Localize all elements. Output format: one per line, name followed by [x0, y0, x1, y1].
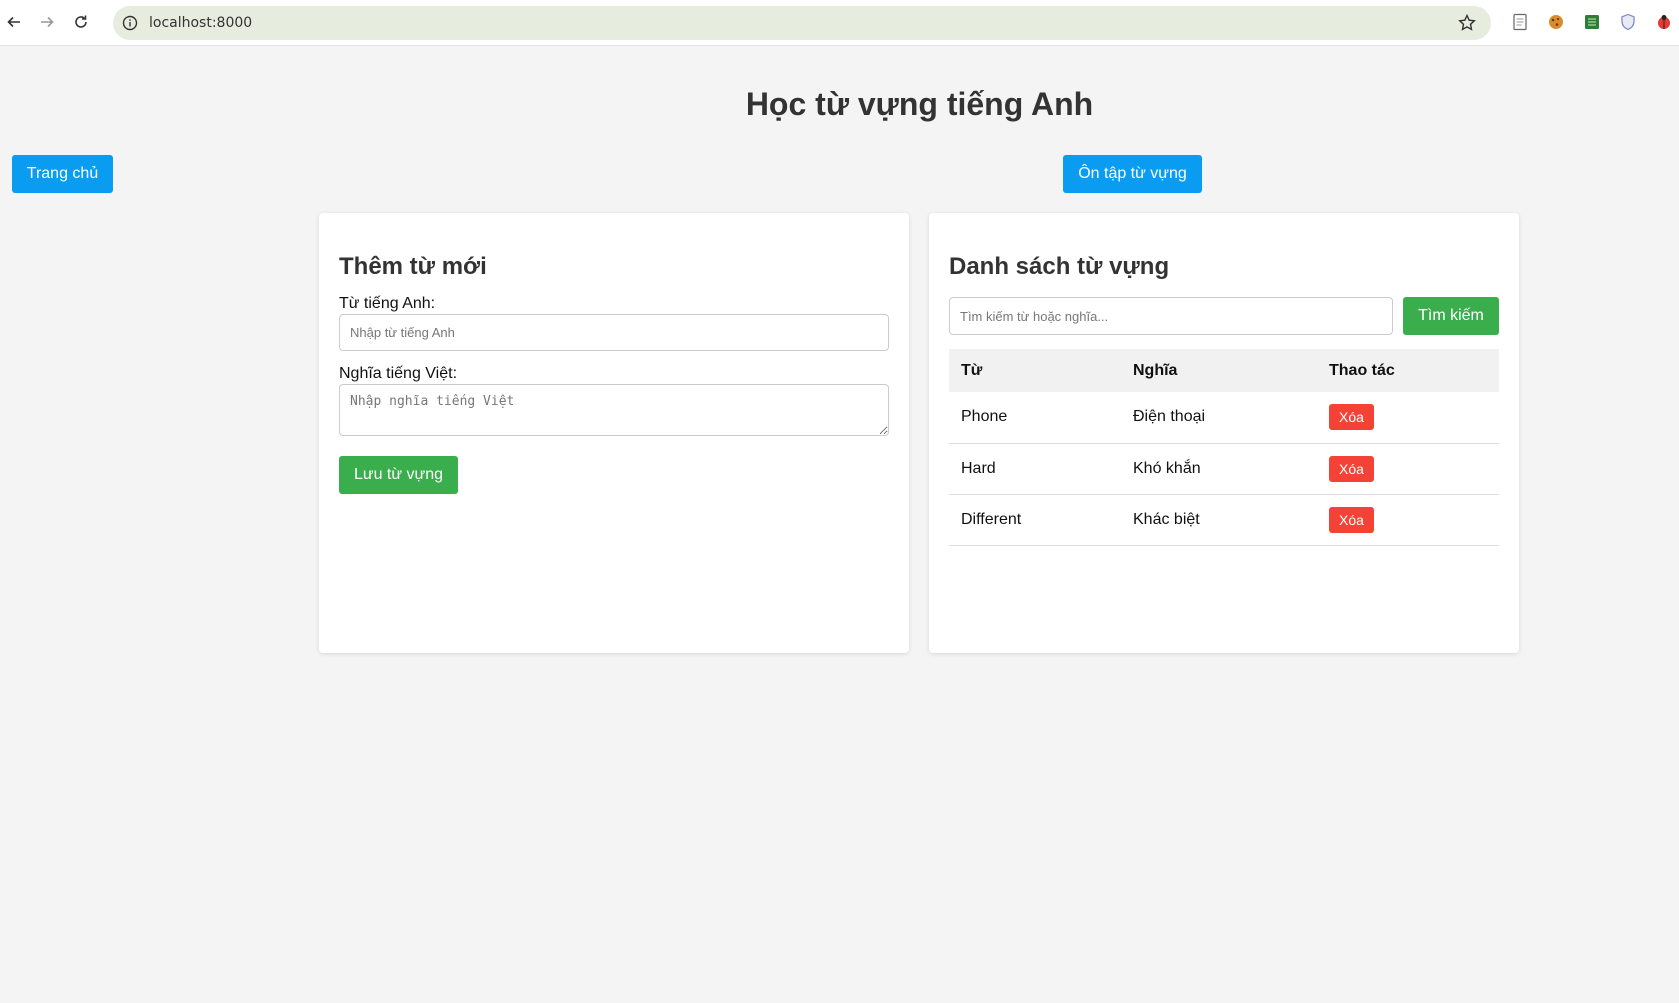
table-row: Phone Điện thoại Xóa — [949, 392, 1499, 444]
vietnamese-meaning-label: Nghĩa tiếng Việt: — [339, 365, 458, 382]
actions-cell: Xóa — [1317, 443, 1499, 495]
word-cell: Different — [949, 494, 1121, 546]
home-button[interactable]: Trang chủ — [12, 155, 113, 193]
search-button[interactable]: Tìm kiếm — [1403, 297, 1499, 335]
meaning-cell: Khó khắn — [1121, 443, 1317, 495]
actions-cell: Xóa — [1317, 392, 1499, 444]
browser-toolbar: localhost:8000 — [0, 0, 1679, 46]
ladybug-extension-icon[interactable] — [1655, 13, 1673, 31]
back-arrow-icon[interactable] — [4, 12, 24, 32]
table-header-row: Từ Nghĩa Thao tác — [949, 349, 1499, 392]
shield-extension-icon[interactable] — [1619, 13, 1637, 31]
meaning-cell: Điện thoại — [1121, 392, 1317, 444]
forward-arrow-icon[interactable] — [37, 12, 57, 32]
vocabulary-table: Từ Nghĩa Thao tác Phone Điện thoại Xóa H… — [949, 349, 1499, 546]
meaning-cell: Khác biệt — [1121, 494, 1317, 546]
vocabulary-list-heading: Danh sách từ vựng — [949, 253, 1170, 280]
cookie-extension-icon[interactable] — [1547, 13, 1565, 31]
vietnamese-meaning-input[interactable] — [339, 384, 889, 436]
document-extension-icon[interactable] — [1511, 13, 1529, 31]
word-cell: Phone — [949, 392, 1121, 444]
bookmark-star-icon[interactable] — [1457, 13, 1477, 33]
review-vocabulary-button[interactable]: Ôn tập từ vựng — [1063, 155, 1202, 193]
reload-icon[interactable] — [71, 12, 91, 32]
column-header-actions: Thao tác — [1317, 349, 1499, 392]
english-word-label: Từ tiếng Anh: — [339, 295, 436, 312]
add-word-card: Thêm từ mới Từ tiếng Anh: Nghĩa tiếng Vi… — [319, 213, 909, 653]
url-text: localhost:8000 — [149, 15, 253, 31]
vocabulary-list-card: Danh sách từ vựng Tìm kiếm Từ Nghĩa Thao… — [929, 213, 1519, 653]
table-row: Hard Khó khắn Xóa — [949, 443, 1499, 495]
actions-cell: Xóa — [1317, 494, 1499, 546]
site-info-icon[interactable] — [121, 14, 139, 32]
table-row: Different Khác biệt Xóa — [949, 494, 1499, 546]
delete-button[interactable]: Xóa — [1329, 404, 1374, 431]
column-header-meaning: Nghĩa — [1121, 349, 1317, 392]
english-word-input[interactable] — [339, 314, 889, 351]
save-word-button[interactable]: Lưu từ vựng — [339, 456, 458, 494]
page-title: Học từ vựng tiếng Anh — [745, 86, 1094, 122]
address-bar[interactable]: localhost:8000 — [113, 6, 1491, 40]
search-input[interactable] — [949, 297, 1393, 335]
grid-extension-icon[interactable] — [1583, 13, 1601, 31]
word-cell: Hard — [949, 443, 1121, 495]
delete-button[interactable]: Xóa — [1329, 506, 1374, 533]
add-word-heading: Thêm từ mới — [339, 253, 487, 280]
delete-button[interactable]: Xóa — [1329, 455, 1374, 482]
column-header-word: Từ — [949, 349, 1121, 392]
